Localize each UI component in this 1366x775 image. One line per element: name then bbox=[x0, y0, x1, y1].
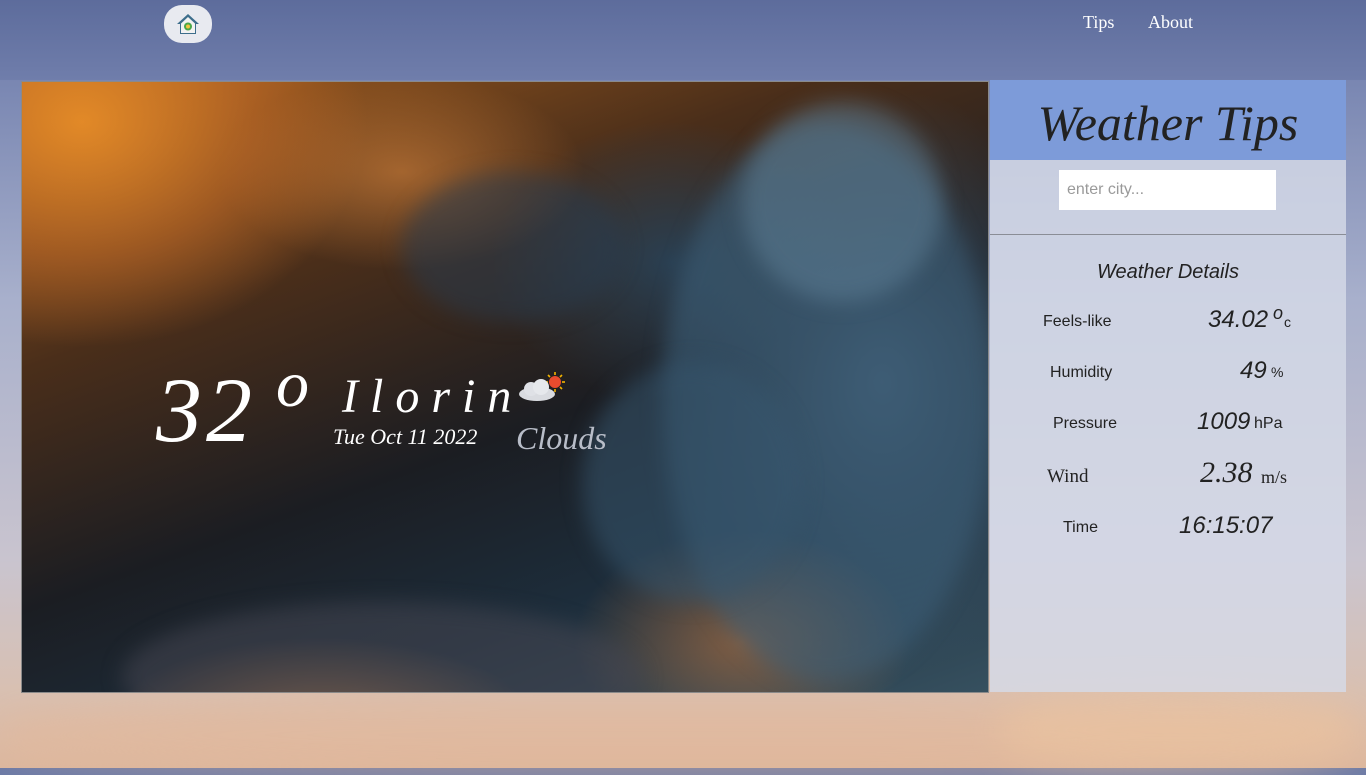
city-name: Ilorin bbox=[342, 370, 524, 423]
humidity-value: 49 bbox=[1240, 357, 1267, 384]
feels-like-unit: c bbox=[1284, 314, 1291, 330]
temperature-value: 32 bbox=[156, 359, 256, 461]
house-logo-icon bbox=[177, 14, 199, 34]
time-label: Time bbox=[1063, 519, 1098, 536]
cloud-shape bbox=[122, 602, 642, 692]
time-value: 16:15:07 bbox=[1179, 512, 1273, 539]
pressure-value: 1009 bbox=[1197, 408, 1251, 435]
feels-like-value: 34.02 bbox=[1208, 306, 1269, 333]
top-navbar: Tips About bbox=[0, 0, 1366, 80]
nav-about-link[interactable]: About bbox=[1148, 12, 1193, 33]
home-logo-button[interactable] bbox=[164, 5, 212, 43]
pressure-label: Pressure bbox=[1053, 415, 1118, 432]
divider bbox=[990, 234, 1346, 235]
humidity-label: Humidity bbox=[1050, 364, 1113, 381]
degree-symbol: o bbox=[276, 348, 309, 421]
feels-like-label: Feels-like bbox=[1043, 313, 1112, 330]
cloud-shape bbox=[742, 102, 942, 302]
weather-condition: Clouds bbox=[516, 420, 607, 456]
weather-tips-panel: Weather Tips Weather Details Feels-like … bbox=[990, 80, 1346, 692]
cloud-shape bbox=[402, 172, 622, 322]
pressure-unit: hPa bbox=[1254, 415, 1283, 432]
details-heading: Weather Details bbox=[1097, 261, 1239, 283]
nav-tips-link[interactable]: Tips bbox=[1083, 12, 1114, 33]
wind-unit: m/s bbox=[1261, 467, 1288, 487]
background-blur bbox=[1000, 690, 1360, 770]
cloud-sun-icon bbox=[519, 372, 565, 401]
current-date: Tue Oct 11 2022 bbox=[333, 424, 478, 449]
city-search-input[interactable] bbox=[1059, 170, 1276, 210]
panel-header: Weather Tips bbox=[990, 80, 1346, 160]
cloud-shape bbox=[582, 362, 802, 602]
panel-title: Weather Tips bbox=[1037, 95, 1299, 151]
wind-label: Wind bbox=[1047, 466, 1089, 487]
humidity-unit: % bbox=[1271, 364, 1284, 380]
wind-value: 2.38 bbox=[1200, 456, 1253, 489]
feels-like-degree: o bbox=[1273, 303, 1284, 323]
